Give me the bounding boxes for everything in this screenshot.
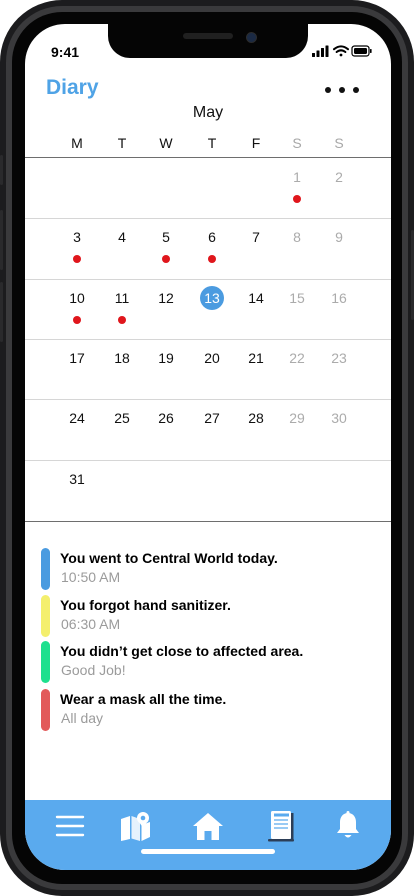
notch	[108, 24, 308, 58]
day-cell[interactable]: 16	[326, 290, 352, 306]
tab-map[interactable]	[118, 809, 154, 843]
day-cell[interactable]: 27	[199, 410, 225, 426]
tab-bar	[25, 800, 391, 870]
entry-title: You forgot hand sanitizer.	[60, 597, 231, 613]
weekday-label: W	[159, 135, 173, 151]
day-cell[interactable]: 4	[109, 229, 135, 245]
weekday-label: S	[292, 135, 302, 151]
entry-subtitle: 06:30 AM	[61, 616, 121, 632]
month-label: May	[192, 104, 224, 121]
diary-entry[interactable]: You went to Central World today. 10:50 AM	[25, 548, 391, 592]
day-cell[interactable]: 25	[109, 410, 135, 426]
day-cell[interactable]: 20	[199, 350, 225, 366]
day-cell[interactable]: 2	[326, 169, 352, 185]
app-screen: 9:41 Diary May MTWTFSS 1234567 8 9 10 11…	[25, 24, 391, 870]
day-cell[interactable]: 31	[64, 471, 90, 487]
day-cell[interactable]: 5	[153, 229, 179, 245]
bell-icon	[337, 811, 359, 838]
volume-up-button	[0, 210, 3, 270]
diary-entry[interactable]: Wear a mask all the time. All day	[25, 689, 391, 733]
app-title: Diary	[46, 76, 99, 99]
day-cell[interactable]: 18	[109, 350, 135, 366]
weekday-label: F	[251, 135, 261, 151]
day-cell[interactable]: 6	[199, 229, 225, 245]
weekday-label: M	[71, 135, 83, 151]
mute-switch	[0, 155, 3, 185]
battery-icon	[351, 45, 372, 57]
menu-icon	[55, 815, 85, 837]
event-dot	[208, 255, 216, 264]
day-cell[interactable]: 9	[326, 229, 352, 245]
entry-subtitle: Good Job!	[61, 662, 126, 678]
weekday-label: T	[207, 135, 217, 151]
notebook-icon	[268, 811, 294, 842]
day-cell[interactable]: 14	[243, 290, 269, 306]
entry-title: You didn’t get close to affected area.	[60, 643, 304, 659]
day-cell[interactable]: 12	[153, 290, 179, 306]
tab-menu[interactable]	[52, 809, 88, 843]
status-time: 9:41	[51, 44, 80, 60]
event-dot	[293, 195, 301, 203]
entry-color-bar	[41, 641, 50, 683]
divider	[25, 279, 391, 280]
volume-down-button	[0, 282, 3, 342]
divider	[25, 521, 391, 522]
divider	[25, 339, 391, 340]
status-icons	[312, 44, 372, 58]
day-cell[interactable]: 22	[284, 350, 310, 366]
entry-color-bar	[41, 548, 50, 590]
divider	[25, 460, 391, 461]
day-cell[interactable]: 24	[64, 410, 90, 426]
weekday-label: T	[117, 135, 127, 151]
day-cell[interactable]: 21	[243, 350, 269, 366]
diary-entry[interactable]: You forgot hand sanitizer. 06:30 AM	[25, 595, 391, 639]
weekday-label: S	[334, 135, 344, 151]
tab-home[interactable]	[190, 809, 226, 843]
day-cell-today[interactable]: 13	[200, 285, 224, 310]
day-cell[interactable]: 28	[243, 410, 269, 426]
tab-notifications[interactable]	[330, 809, 366, 843]
entry-subtitle: 10:50 AM	[61, 569, 121, 585]
speaker	[183, 33, 233, 39]
day-cell[interactable]: 17	[64, 350, 90, 366]
event-dot	[118, 315, 126, 324]
entry-title: Wear a mask all the time.	[60, 691, 227, 707]
divider	[25, 218, 391, 219]
signal-icon	[312, 45, 329, 57]
event-dot	[162, 255, 170, 264]
front-camera	[246, 32, 257, 43]
map-icon	[121, 812, 150, 841]
day-cell[interactable]: 1	[284, 169, 310, 185]
entry-subtitle: All day	[61, 710, 104, 726]
day-cell[interactable]: 11	[109, 290, 135, 306]
day-cell[interactable]: 10	[64, 290, 90, 306]
day-cell[interactable]: 30	[326, 410, 352, 426]
entry-color-bar	[41, 595, 50, 637]
day-cell[interactable]: 8	[284, 229, 310, 245]
tab-notebook[interactable]	[263, 809, 299, 843]
day-cell[interactable]: 15	[284, 290, 310, 306]
home-indicator	[141, 849, 275, 854]
entry-title: You went to Central World today.	[60, 550, 278, 566]
diary-entry[interactable]: You didn’t get close to affected area. Go…	[25, 641, 391, 685]
day-cell[interactable]: 23	[326, 350, 352, 366]
day-cell[interactable]: 7	[243, 229, 269, 245]
day-cell[interactable]: 19	[153, 350, 179, 366]
event-dot	[73, 255, 81, 264]
ellipsis-icon[interactable]	[325, 82, 359, 98]
home-icon	[193, 813, 223, 840]
entry-color-bar	[41, 689, 50, 731]
wifi-icon	[333, 45, 349, 57]
divider	[25, 399, 391, 400]
day-cell[interactable]: 3	[64, 229, 90, 245]
event-dot	[73, 315, 81, 324]
day-cell[interactable]: 29	[284, 410, 310, 426]
day-cell[interactable]: 26	[153, 410, 179, 426]
divider	[25, 157, 391, 158]
